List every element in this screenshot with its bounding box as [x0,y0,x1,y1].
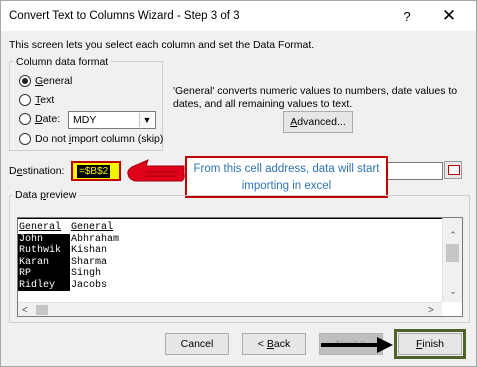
radio-skip-indicator[interactable] [19,133,31,145]
table-row: Ridley Jacobs [18,279,442,291]
radio-general-indicator[interactable] [19,75,31,87]
table-row: Ruthwik Kishan [18,245,442,257]
finish-highlight-frame [394,329,466,359]
radio-general[interactable]: General [19,75,72,87]
preview-cell: Kishan [71,245,108,256]
radio-text[interactable]: Text [19,94,54,106]
radio-date[interactable]: Date: [19,113,60,125]
chevron-down-icon[interactable]: ▼ [139,113,154,127]
radio-date-label: Date: [35,113,61,125]
scroll-up-icon[interactable]: ⌃ [443,230,462,241]
help-button[interactable]: ? [397,7,417,27]
collapse-dialog-icon[interactable] [444,161,462,179]
radio-date-indicator[interactable] [19,113,31,125]
radio-general-label: General [35,75,73,87]
red-pointing-hand-arrow-icon [127,159,185,182]
scroll-right-icon[interactable]: > [428,303,434,316]
preview-header-col-1[interactable]: General [18,222,70,234]
data-preview-legend: Data preview [12,189,80,201]
scroll-left-icon[interactable]: < [22,303,28,316]
preview-header-rule [18,218,442,219]
black-arrow-icon [321,337,393,353]
preview-cell: Abhraham [71,233,120,245]
destination-label: Destination: [9,165,65,177]
horizontal-scrollbar[interactable]: < > [18,302,442,316]
destination-input[interactable]: =$B$2 [71,161,121,181]
annotation-callout: From this cell address, data will start … [185,156,388,198]
radio-text-label: Text [35,94,55,106]
preview-cell: John [18,233,70,245]
vertical-scrollbar[interactable]: ⌃ ⌄ [442,218,462,302]
date-format-value: MDY [73,114,97,126]
horizontal-scroll-thumb[interactable] [36,305,48,315]
preview-cell: RP [18,268,70,280]
preview-cell: Jacobs [71,279,108,291]
table-row: John Abhraham [18,233,442,245]
cancel-button[interactable]: Cancel [165,333,229,355]
table-row: Karan Sharma [18,256,442,268]
radio-skip-label: Do not import column (skip) [35,133,164,145]
data-preview-grid[interactable]: General General John Abhraham Ruthwik Ki… [17,217,463,317]
preview-cell: Ridley [18,279,70,291]
back-button[interactable]: < Back [242,333,306,355]
radio-skip[interactable]: Do not import column (skip) [19,133,163,145]
column-data-format-legend: Column data format [13,56,112,68]
title-bar: Convert Text to Columns Wizard - Step 3 … [1,1,476,31]
destination-value: =$B$2 [77,165,111,178]
intro-text: This screen lets you select each column … [9,39,315,51]
close-button[interactable]: ✕ [437,5,461,27]
preview-header-row: General General [18,222,442,234]
general-format-note: 'General' converts numeric values to num… [173,85,458,110]
preview-cell: Ruthwik [18,245,70,257]
preview-header-col-2[interactable]: General [70,222,442,234]
preview-cell: Singh [71,268,102,279]
preview-cell: Sharma [71,256,108,268]
radio-text-indicator[interactable] [19,94,31,106]
window-title: Convert Text to Columns Wizard - Step 3 … [9,10,240,22]
preview-cell: Karan [18,256,70,268]
vertical-scroll-thumb[interactable] [446,244,459,262]
text-to-columns-dialog: Convert Text to Columns Wizard - Step 3 … [0,0,477,367]
preview-table: General General John Abhraham Ruthwik Ki… [18,222,442,291]
table-row: RP Singh [18,268,442,280]
scroll-down-icon[interactable]: ⌄ [443,286,462,297]
date-format-select[interactable]: MDY ▼ [68,111,156,129]
advanced-button[interactable]: Advanced... [283,111,353,133]
